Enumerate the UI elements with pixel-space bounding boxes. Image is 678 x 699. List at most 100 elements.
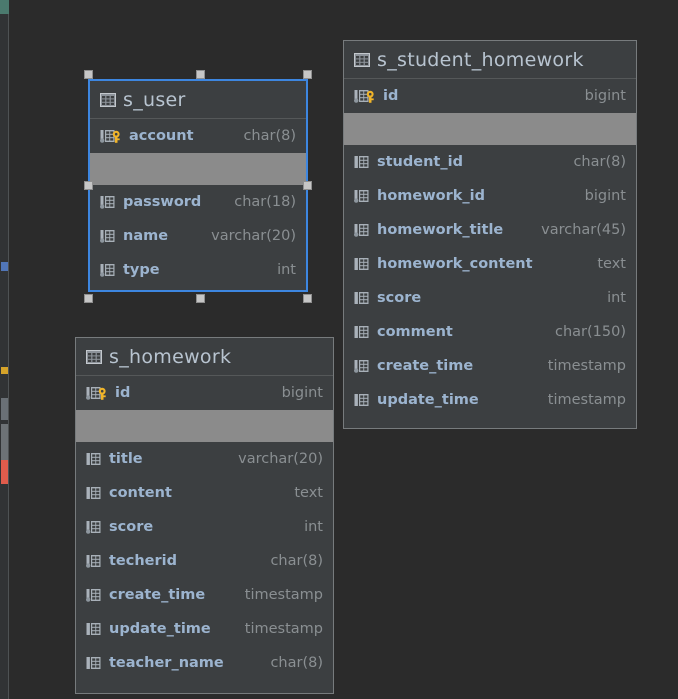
- nullable-column-icon: [100, 229, 116, 244]
- column-type-label: char(8): [243, 128, 296, 144]
- column-type-label: varchar(20): [211, 228, 296, 244]
- column-name-label: student_id: [377, 154, 463, 170]
- column-name-label: create_time: [377, 358, 474, 374]
- not-null-column-icon: [86, 452, 102, 467]
- column-row[interactable]: score int: [344, 281, 636, 315]
- not-null-column-icon: [354, 291, 370, 306]
- resize-handle[interactable]: [196, 70, 205, 79]
- resize-handle[interactable]: [303, 181, 312, 190]
- table-grid-icon: [86, 349, 102, 364]
- nullable-column-icon: [100, 195, 116, 210]
- not-null-column-icon: [354, 155, 370, 170]
- column-name-label: content: [109, 485, 172, 501]
- primary-key-column-icon: [100, 129, 122, 144]
- column-type-label: char(8): [270, 553, 323, 569]
- editor-marker-strip[interactable]: [0, 0, 9, 699]
- table-header-s_user[interactable]: s_user: [90, 81, 306, 119]
- table-name-label: s_user: [123, 88, 186, 111]
- gutter-marker[interactable]: [1, 398, 8, 420]
- gutter-marker[interactable]: [1, 367, 8, 374]
- column-type-label: int: [607, 290, 626, 306]
- column-name-label: id: [383, 88, 399, 104]
- column-type-label: bigint: [584, 188, 626, 204]
- column-row[interactable]: account char(8): [90, 119, 306, 153]
- column-row[interactable]: homework_content text: [344, 247, 636, 281]
- not-null-column-icon: [86, 622, 102, 637]
- not-null-column-icon: [86, 486, 102, 501]
- primary-key-column-icon: [86, 386, 108, 401]
- column-name-label: score: [109, 519, 154, 535]
- column-row[interactable]: homework_id bigint: [344, 179, 636, 213]
- column-type-label: timestamp: [244, 621, 323, 637]
- resize-handle[interactable]: [303, 70, 312, 79]
- column-name-label: comment: [377, 324, 453, 340]
- column-type-label: char(8): [573, 154, 626, 170]
- column-name-label: teacher_name: [109, 655, 224, 671]
- column-type-label: timestamp: [547, 358, 626, 374]
- column-row[interactable]: create_time timestamp: [76, 578, 333, 612]
- column-row[interactable]: content text: [76, 476, 333, 510]
- column-name-label: account: [129, 128, 194, 144]
- table-name-label: s_student_homework: [377, 48, 584, 71]
- nullable-column-icon: [354, 189, 370, 204]
- column-separator-row[interactable]: [90, 153, 306, 185]
- resize-handle[interactable]: [84, 181, 93, 190]
- column-name-label: update_time: [377, 392, 479, 408]
- column-type-label: char(8): [270, 655, 323, 671]
- column-name-label: homework_title: [377, 222, 504, 238]
- column-name-label: password: [123, 194, 202, 210]
- resize-handle[interactable]: [84, 70, 93, 79]
- column-row[interactable]: update_time timestamp: [76, 612, 333, 646]
- nullable-column-icon: [354, 223, 370, 238]
- table-node-s_homework[interactable]: s_homework id bigint title varchar(20) conten…: [75, 337, 334, 694]
- table-header-s_student_homework[interactable]: s_student_homework: [344, 41, 636, 79]
- column-row[interactable]: create_time timestamp: [344, 349, 636, 383]
- er-diagram-canvas[interactable]: s_useraccount char(8) password char(18) name…: [0, 0, 678, 699]
- column-row[interactable]: password char(18): [90, 185, 306, 219]
- column-row[interactable]: name varchar(20): [90, 219, 306, 253]
- table-grid-icon: [354, 52, 370, 67]
- column-type-label: timestamp: [244, 587, 323, 603]
- column-type-label: text: [294, 485, 323, 501]
- nullable-column-icon: [354, 359, 370, 374]
- resize-handle[interactable]: [84, 294, 93, 303]
- resize-handle[interactable]: [303, 294, 312, 303]
- column-name-label: homework_content: [377, 256, 533, 272]
- column-row[interactable]: student_id char(8): [344, 145, 636, 179]
- column-type-label: varchar(20): [238, 451, 323, 467]
- table-node-s_student_homework[interactable]: s_student_homework id bigint student_id char…: [343, 40, 637, 429]
- not-null-column-icon: [354, 325, 370, 340]
- table-node-s_user[interactable]: s_useraccount char(8) password char(18) name…: [88, 79, 308, 292]
- column-type-label: bigint: [281, 385, 323, 401]
- column-row[interactable]: score int: [76, 510, 333, 544]
- resize-handle[interactable]: [196, 294, 205, 303]
- table-grid-icon: [100, 92, 116, 107]
- column-separator-row[interactable]: [76, 410, 333, 442]
- column-separator-row[interactable]: [344, 113, 636, 145]
- column-row[interactable]: homework_title varchar(45): [344, 213, 636, 247]
- column-type-label: timestamp: [547, 392, 626, 408]
- column-row[interactable]: type int: [90, 253, 306, 287]
- column-row[interactable]: id bigint: [344, 79, 636, 113]
- gutter-marker[interactable]: [1, 424, 8, 462]
- column-name-label: create_time: [109, 587, 206, 603]
- column-row[interactable]: title varchar(20): [76, 442, 333, 476]
- table-header-s_homework[interactable]: s_homework: [76, 338, 333, 376]
- column-row[interactable]: update_time timestamp: [344, 383, 636, 417]
- table-name-label: s_homework: [109, 345, 232, 368]
- column-name-label: type: [123, 262, 160, 278]
- column-type-label: varchar(45): [541, 222, 626, 238]
- column-name-label: update_time: [109, 621, 211, 637]
- nullable-column-icon: [100, 263, 116, 278]
- gutter-marker[interactable]: [1, 460, 8, 484]
- column-row[interactable]: comment char(150): [344, 315, 636, 349]
- nullable-column-icon: [86, 554, 102, 569]
- not-null-column-icon: [354, 257, 370, 272]
- column-name-label: id: [115, 385, 131, 401]
- gutter-marker[interactable]: [1, 262, 8, 271]
- column-row[interactable]: techerid char(8): [76, 544, 333, 578]
- column-row[interactable]: teacher_name char(8): [76, 646, 333, 680]
- column-row[interactable]: id bigint: [76, 376, 333, 410]
- column-name-label: techerid: [109, 553, 178, 569]
- primary-key-column-icon: [354, 89, 376, 104]
